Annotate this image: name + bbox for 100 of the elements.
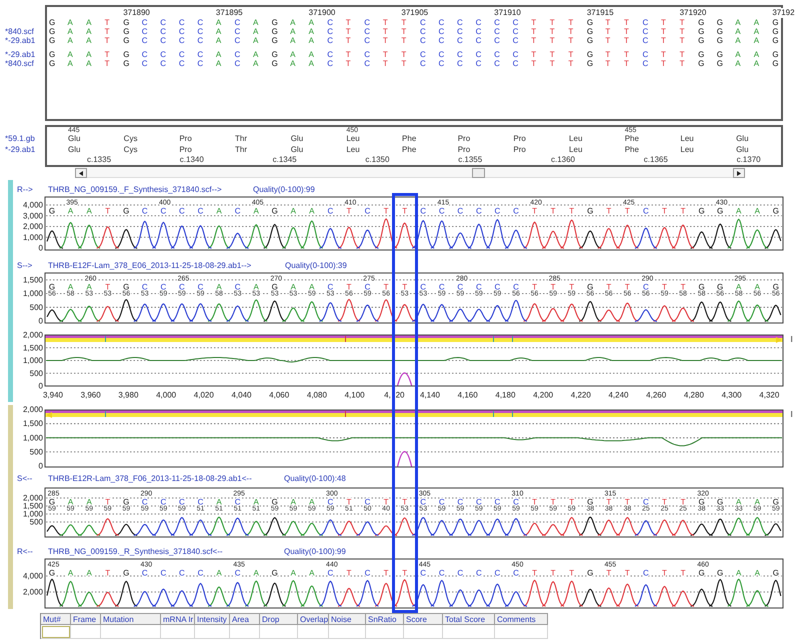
base-call: T	[550, 498, 556, 506]
amino-acid: Leu	[346, 134, 360, 144]
column-header[interactable]: Area	[230, 613, 260, 625]
strand-direction: S<--	[17, 474, 32, 482]
base-letter: C	[642, 27, 648, 36]
axis-label: 4,300	[722, 390, 742, 400]
table-cell[interactable]	[71, 625, 101, 639]
axis-label: 20	[396, 390, 404, 400]
base-letter: T	[624, 27, 629, 36]
table-cell[interactable]	[495, 625, 548, 639]
base-call: G	[123, 498, 130, 506]
base-call: T	[384, 568, 389, 578]
base-letter: T	[680, 18, 684, 27]
base-call: T	[606, 498, 612, 506]
base-letter: T	[104, 59, 110, 68]
base-call: G	[272, 206, 278, 216]
base-letter: G	[772, 59, 779, 68]
axis-label: 4,320	[759, 390, 780, 400]
axis-label: 4,000	[22, 200, 43, 210]
column-header[interactable]: Intensity	[195, 613, 230, 625]
base-call: T	[624, 206, 630, 216]
scroll-right-button[interactable]	[733, 168, 745, 178]
column-header[interactable]: Drop	[260, 613, 298, 625]
base-call: T	[532, 568, 537, 578]
base-letter: C	[642, 50, 648, 59]
column-header[interactable]: Noise	[329, 613, 366, 625]
base-call: T	[569, 206, 574, 216]
table-cell[interactable]	[366, 625, 404, 639]
table-cell[interactable]	[195, 625, 230, 639]
base-letter: C	[494, 59, 500, 68]
base-call: C	[179, 282, 185, 292]
table-cell[interactable]	[161, 625, 195, 639]
base-letter: A	[86, 59, 92, 68]
column-header[interactable]: Total Score	[443, 613, 495, 625]
table-cell[interactable]	[443, 625, 495, 639]
column-header[interactable]: SnRatio	[366, 613, 404, 625]
base-letter: C	[197, 50, 204, 59]
scrollbar-thumb[interactable]	[472, 168, 485, 178]
base-call: C	[179, 568, 185, 578]
table-cell[interactable]	[101, 625, 161, 639]
base-call: A	[216, 568, 222, 578]
amino-acid: Leu	[680, 144, 694, 155]
base-letter: A	[735, 36, 741, 45]
base-call: T	[624, 498, 630, 506]
table-cell[interactable]	[329, 625, 366, 639]
base-call: C	[179, 498, 185, 506]
table-cell[interactable]	[404, 625, 443, 639]
base-letter: T	[346, 50, 351, 59]
base-call: C	[420, 282, 426, 292]
column-header[interactable]: Score	[404, 613, 443, 625]
base-call: C	[160, 206, 166, 216]
column-header[interactable]: Mutation	[101, 613, 161, 625]
base-letter: C	[234, 27, 240, 36]
base-call: C	[234, 498, 240, 506]
column-header[interactable]: Frame	[71, 613, 101, 625]
amino-acid: Leu	[569, 144, 582, 155]
base-call: G	[48, 498, 56, 506]
base-letter: C	[476, 59, 482, 68]
base-call: C	[328, 568, 334, 578]
base-letter: G	[698, 36, 704, 45]
column-header[interactable]: Overlap	[298, 613, 329, 625]
base-call: T	[680, 498, 686, 506]
base-call: A	[68, 498, 74, 506]
base-letter: G	[586, 59, 594, 68]
base-call: C	[457, 568, 464, 578]
base-letter: A	[253, 50, 258, 59]
base-letter: C	[512, 18, 518, 27]
base-call: T	[550, 282, 556, 292]
base-letter: T	[568, 59, 574, 68]
table-cell[interactable]	[298, 625, 329, 639]
base-letter: A	[290, 59, 296, 68]
base-call: C	[513, 206, 519, 216]
base-letter: G	[772, 27, 779, 36]
base-call: A	[86, 282, 92, 292]
base-call: T	[402, 282, 408, 292]
axis-label: 4,100	[344, 390, 365, 400]
base-letter: G	[586, 50, 594, 59]
scroll-left-button[interactable]	[75, 168, 87, 178]
column-header[interactable]: Mut#	[41, 613, 71, 625]
axis-label: 1,500	[22, 419, 43, 428]
table-cell[interactable]	[230, 625, 260, 639]
base-letter: A	[216, 36, 222, 45]
base-letter: C	[476, 27, 482, 36]
difference-peak	[397, 451, 412, 467]
base-call: A	[86, 568, 92, 578]
table-cell[interactable]	[41, 625, 71, 639]
column-header[interactable]: mRNA Ir	[161, 613, 195, 625]
base-letter: C	[197, 59, 204, 68]
base-call: T	[624, 568, 630, 578]
column-header[interactable]: Comments	[495, 613, 548, 625]
base-call: A	[309, 568, 314, 578]
axis-label: 3,940	[42, 390, 64, 400]
amino-acid: Thr	[235, 144, 248, 155]
base-call: C	[364, 498, 370, 506]
base-call: A	[309, 282, 314, 292]
base-call: T	[346, 282, 352, 292]
table-cell[interactable]	[260, 625, 298, 639]
base-letter: C	[327, 59, 333, 68]
base-letter: A	[86, 50, 92, 59]
axis-label: 500	[30, 302, 43, 312]
